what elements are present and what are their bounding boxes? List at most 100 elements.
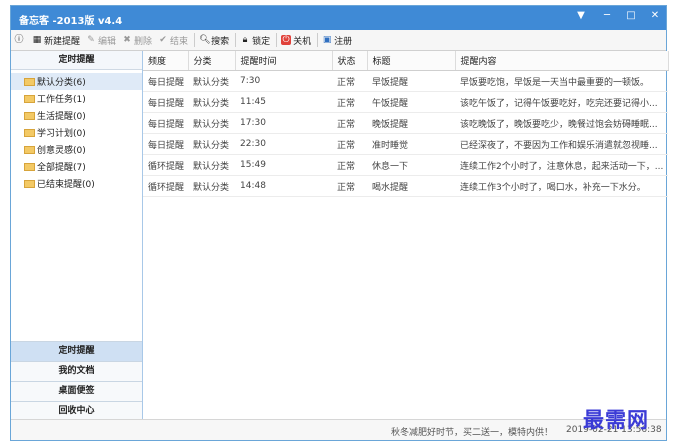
menu-dropdown-icon[interactable]: ▼: [571, 8, 591, 24]
shutdown-label: 关机: [293, 36, 312, 47]
nav-timed-reminders[interactable]: 定时提醒: [11, 341, 142, 361]
table-cell: 默认分类: [188, 175, 235, 197]
table-cell: 休息一下: [367, 154, 455, 176]
search-icon: 🔍︎: [199, 35, 211, 45]
monitor-icon: ▣: [322, 35, 332, 45]
table-cell: 默认分类: [188, 154, 235, 176]
table-cell: 默认分类: [188, 133, 235, 155]
table-cell: 连续工作3个小时了，喝口水，补充一下水分。: [455, 175, 668, 197]
minimize-icon[interactable]: ─: [597, 8, 617, 24]
toolbar-divider: [317, 33, 319, 47]
table-cell: 已经深夜了，不要因为工作和娱乐消遣就忽视睡...: [455, 133, 668, 155]
table-cell: 正常: [332, 133, 367, 155]
table-cell: 11:45: [235, 91, 332, 113]
table-row[interactable]: 每日提醒 默认分类 7:30 正常 早饭提醒 早饭要吃饱，早饭是一天当中最重要的一顿饭。: [143, 70, 668, 92]
info-button[interactable]: ⓘ: [14, 35, 26, 45]
category-item-ended[interactable]: 已结束提醒(0): [11, 175, 142, 192]
calendar-icon: ▦: [32, 35, 42, 45]
table-cell: 正常: [332, 175, 367, 197]
toolbar: ⓘ ▦ 新建提醒 ✎ 编辑 ✖ 删除 ✔ 结束 🔍︎ 搜索 🔒︎ 锁定 ⏻ 关机 ▣ 注册: [11, 30, 666, 51]
table-cell: 正常: [332, 91, 367, 113]
finish-label: 结束: [170, 36, 189, 47]
category-label: 已结束提醒(0): [37, 180, 95, 190]
lock-button[interactable]: 🔒︎ 锁定: [240, 34, 270, 47]
column-header[interactable]: 状态: [332, 51, 368, 71]
finish-button[interactable]: ✔ 结束: [158, 34, 188, 47]
table-cell: 正常: [332, 70, 367, 92]
nav-recycle-bin[interactable]: 回收中心: [11, 401, 142, 421]
toolbar-divider: [276, 33, 278, 47]
table-cell: 默认分类: [188, 70, 235, 92]
column-header[interactable]: 提醒时间: [235, 51, 333, 71]
category-list: 默认分类(6) 工作任务(1) 生活提醒(0) 学习计划(0) 创意灵感(0) …: [11, 70, 142, 192]
nav-my-documents[interactable]: 我的文档: [11, 361, 142, 381]
window-title: 备忘客 -2013版 v4.4: [19, 16, 123, 27]
maximize-icon[interactable]: □: [621, 8, 641, 24]
column-header[interactable]: 分类: [188, 51, 236, 71]
status-bar: 秋冬减肥好时节，买二送一，模特内供！ 2019-02-21 13:56:38: [11, 419, 666, 440]
close-icon[interactable]: ✕: [645, 8, 665, 24]
table-cell: 22:30: [235, 133, 332, 155]
category-label: 创意灵感(0): [37, 146, 86, 156]
category-item-ideas[interactable]: 创意灵感(0): [11, 141, 142, 158]
category-label: 全部提醒(7): [37, 163, 86, 173]
table-row[interactable]: 循环提醒 默认分类 14:48 正常 喝水提醒 连续工作3个小时了，喝口水，补充一下水分。: [143, 175, 668, 197]
status-ad-text[interactable]: 秋冬减肥好时节，买二送一，模特内供！: [391, 425, 553, 438]
table-cell: 该吃晚饭了，晚饭要吃少，晚餐过饱会妨碍睡眠...: [455, 112, 668, 134]
register-button[interactable]: ▣ 注册: [322, 34, 352, 47]
category-item-study[interactable]: 学习计划(0): [11, 124, 142, 141]
table-cell: 正常: [332, 112, 367, 134]
edit-button[interactable]: ✎ 编辑: [86, 34, 116, 47]
watermark: 最需网: [583, 407, 649, 432]
table-cell: 默认分类: [188, 112, 235, 134]
table-cell: 早饭要吃饱，早饭是一天当中最重要的一顿饭。: [455, 70, 668, 92]
sidebar-nav: 定时提醒 我的文档 桌面便签 回收中心: [11, 341, 142, 421]
table-cell: 每日提醒: [143, 133, 188, 155]
delete-icon: ✖: [123, 35, 131, 45]
table-cell: 14:48: [235, 175, 332, 197]
table-row[interactable]: 每日提醒 默认分类 22:30 正常 准时睡觉 已经深夜了，不要因为工作和娱乐消遣就忽视睡…: [143, 133, 668, 155]
folder-icon: [24, 111, 35, 120]
search-button[interactable]: 🔍︎ 搜索: [199, 34, 229, 47]
folder-icon: [24, 162, 35, 171]
delete-button[interactable]: ✖ 删除: [122, 34, 152, 47]
new-reminder-label: 新建提醒: [44, 36, 81, 47]
table-cell: 循环提醒: [143, 175, 188, 197]
category-label: 工作任务(1): [37, 95, 86, 105]
new-reminder-button[interactable]: ▦ 新建提醒: [32, 34, 80, 47]
title-bar: 备忘客 -2013版 v4.4 ▼ ─ □ ✕: [11, 6, 666, 30]
table-cell: 每日提醒: [143, 91, 188, 113]
pencil-icon: ✎: [87, 35, 95, 45]
table-cell: 晚饭提醒: [367, 112, 455, 134]
table-row[interactable]: 循环提醒 默认分类 15:49 正常 休息一下 连续工作2个小时了，注意休息，起来活动一下…: [143, 154, 668, 176]
category-label: 生活提醒(0): [37, 112, 86, 122]
column-header[interactable]: 提醒内容: [455, 51, 669, 71]
table-row[interactable]: 每日提醒 默认分类 11:45 正常 午饭提醒 该吃午饭了，记得午饭要吃好，吃完还要记得小…: [143, 91, 668, 113]
category-item-life[interactable]: 生活提醒(0): [11, 107, 142, 124]
column-header[interactable]: 频度: [143, 51, 189, 71]
table-cell: 午饭提醒: [367, 91, 455, 113]
sidebar: 定时提醒 默认分类(6) 工作任务(1) 生活提醒(0) 学习计划(0) 创意灵…: [11, 51, 143, 421]
table-cell: 15:49: [235, 154, 332, 176]
reminder-table: 频度 分类 提醒时间 状态 标题 提醒内容 每日提醒 默认分类 7:30 正常 早饭提醒…: [143, 51, 669, 197]
table-cell: 正常: [332, 154, 367, 176]
table-cell: 该吃午饭了，记得午饭要吃好，吃完还要记得小...: [455, 91, 668, 113]
search-label: 搜索: [211, 36, 230, 47]
shutdown-button[interactable]: ⏻ 关机: [281, 34, 311, 47]
folder-icon: [24, 128, 35, 137]
table-cell: 喝水提醒: [367, 175, 455, 197]
table-row[interactable]: 每日提醒 默认分类 17:30 正常 晚饭提醒 该吃晚饭了，晚饭要吃少，晚餐过饱会妨碍睡眠…: [143, 112, 668, 134]
power-icon: ⏻: [281, 35, 292, 45]
table-cell: 每日提醒: [143, 70, 188, 92]
table-cell: 循环提醒: [143, 154, 188, 176]
lock-icon: 🔒︎: [242, 35, 248, 45]
table-header-row: 频度 分类 提醒时间 状态 标题 提醒内容: [143, 51, 669, 71]
nav-desktop-notes[interactable]: 桌面便签: [11, 381, 142, 401]
category-item-all[interactable]: 全部提醒(7): [11, 158, 142, 175]
category-item-work[interactable]: 工作任务(1): [11, 90, 142, 107]
category-item-default[interactable]: 默认分类(6): [11, 73, 142, 90]
table-cell: 准时睡觉: [367, 133, 455, 155]
folder-icon: [24, 179, 35, 188]
folder-icon: [24, 145, 35, 154]
column-header[interactable]: 标题: [367, 51, 456, 71]
